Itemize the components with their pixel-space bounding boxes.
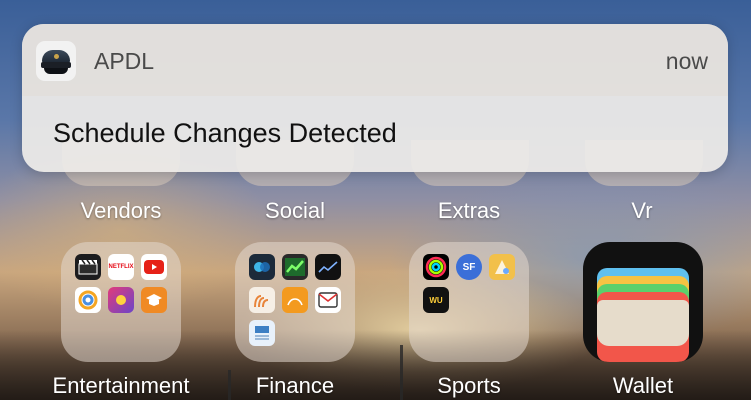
folder-label-social: Social [265, 198, 325, 223]
notification-app-name: APDL [94, 48, 155, 74]
circles-icon [249, 254, 275, 280]
graduation-cap-icon [141, 287, 167, 313]
notification-banner[interactable]: APDL now Schedule Changes Detected [22, 24, 728, 172]
stocks-icon [315, 254, 341, 280]
game-icon [108, 287, 134, 313]
orange-app-icon [282, 287, 308, 313]
photo-icon [75, 287, 101, 313]
clapperboard-icon [75, 254, 101, 280]
youtube-icon [141, 254, 167, 280]
folder-label-vendors: Vendors [80, 198, 162, 223]
folder-label-vr: Vr [631, 198, 653, 223]
mail-icon [315, 287, 341, 313]
pilot-cap-icon [36, 41, 76, 81]
folder-finance[interactable] [235, 242, 355, 362]
activity-rings-icon [423, 254, 449, 280]
chart-up-icon [282, 254, 308, 280]
sf-icon: SF [456, 254, 482, 280]
netflix-icon: NETFLIX [108, 254, 134, 280]
folder-entertainment[interactable]: NETFLIX [61, 242, 181, 362]
golf-icon [489, 254, 515, 280]
folder-sports[interactable]: SF WU [409, 242, 529, 362]
hands-icon [249, 287, 275, 313]
app-label-wallet: Wallet [612, 373, 674, 398]
folder-label-entertainment: Entertainment [52, 373, 190, 398]
notification-time: now [665, 48, 708, 74]
notification-header: APDL now [22, 24, 728, 96]
wallet-app-icon[interactable] [583, 242, 703, 362]
folder-label-finance: Finance [255, 373, 335, 398]
folder-label-sports: Sports [437, 373, 501, 398]
bank-icon [249, 320, 275, 346]
folder-label-extras: Extras [437, 198, 501, 223]
wu-icon: WU [423, 287, 449, 313]
notification-message: Schedule Changes Detected [53, 118, 397, 148]
